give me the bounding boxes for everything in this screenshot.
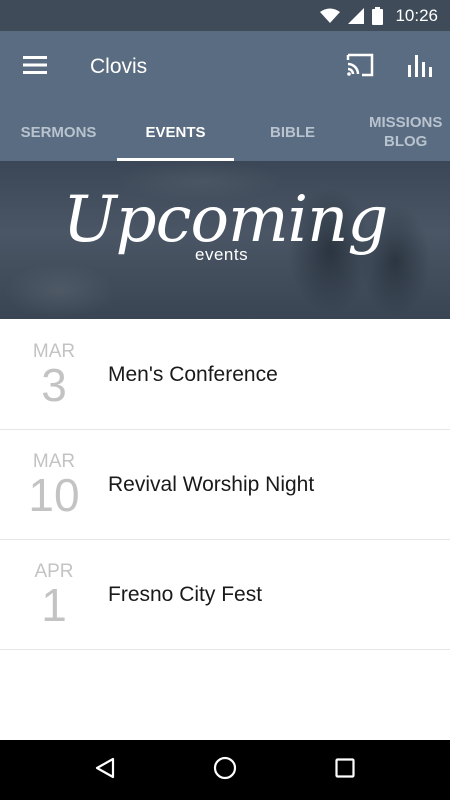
home-button[interactable]: [195, 740, 255, 800]
recents-icon: [335, 757, 355, 783]
menu-button[interactable]: [0, 31, 70, 103]
back-button[interactable]: [75, 740, 135, 800]
tab-events[interactable]: EVENTS: [117, 103, 234, 161]
system-nav-bar: [0, 740, 450, 800]
tab-bible[interactable]: BIBLE: [234, 103, 351, 161]
cast-icon: [345, 53, 375, 82]
status-time: 10:26: [395, 5, 438, 25]
wifi-icon: [320, 8, 341, 24]
recents-button[interactable]: [315, 740, 375, 800]
events-list: MAR 3 Men's Conference MAR 10 Revival Wo…: [0, 320, 450, 650]
event-name: Men's Conference: [108, 362, 278, 386]
events-banner: Upcoming events: [0, 161, 450, 319]
list-item[interactable]: APR 1 Fresno City Fest: [0, 540, 450, 650]
signal-icon: [348, 7, 365, 24]
chart-icon: [407, 53, 433, 82]
menu-icon: [23, 55, 47, 79]
back-icon: [94, 757, 116, 784]
tab-sermons[interactable]: SERMONS: [0, 103, 117, 161]
tab-missions-blog[interactable]: MISSIONS BLOG: [351, 103, 450, 161]
home-icon: [213, 756, 237, 785]
event-day: 3: [41, 358, 67, 411]
event-date: MAR 10: [0, 451, 108, 521]
event-day: 1: [41, 578, 67, 631]
cast-button[interactable]: [330, 31, 390, 103]
event-day: 10: [28, 468, 80, 521]
event-date: APR 1: [0, 561, 108, 631]
tab-bar: SERMONS EVENTS BIBLE MISSIONS BLOG: [0, 103, 450, 161]
app-bar: Clovis: [0, 31, 450, 103]
event-date: MAR 3: [0, 341, 108, 411]
stats-button[interactable]: [390, 31, 450, 103]
event-name: Fresno City Fest: [108, 582, 263, 606]
list-item[interactable]: MAR 10 Revival Worship Night: [0, 430, 450, 540]
battery-icon: [372, 6, 384, 25]
status-bar: 10:26: [0, 0, 450, 31]
app-title: Clovis: [90, 55, 148, 78]
list-item[interactable]: MAR 3 Men's Conference: [0, 320, 450, 430]
event-name: Revival Worship Night: [108, 472, 315, 496]
banner-subtitle: events: [195, 245, 249, 264]
